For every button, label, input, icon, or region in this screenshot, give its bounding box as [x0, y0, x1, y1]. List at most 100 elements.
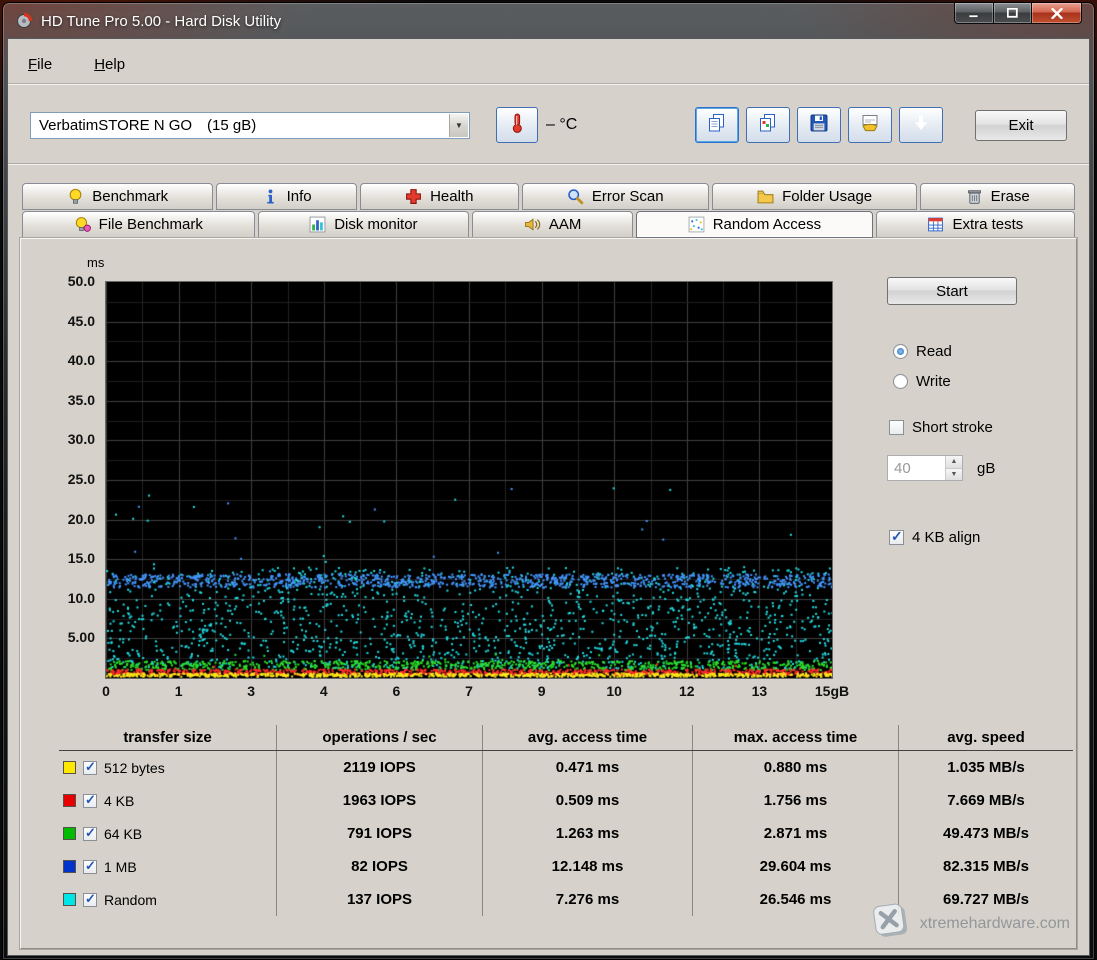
table-row: 4 KB 1963 IOPS 0.509 ms 1.756 ms 7.669 M…	[59, 784, 1073, 817]
max-access-value: 0.880 ms	[693, 751, 899, 784]
y-tick-label: 10.0	[68, 590, 95, 606]
ops-value: 2119 IOPS	[277, 751, 483, 784]
radio-indicator[interactable]	[893, 374, 908, 389]
write-radio[interactable]: Write	[893, 373, 951, 390]
series-color-swatch	[63, 860, 76, 873]
x-tick-label: 1	[175, 683, 183, 699]
temperature-value: – °C	[546, 116, 577, 134]
x-axis: 013467910121315gB	[106, 683, 834, 703]
watermark: xtremehardware.com	[864, 899, 1070, 948]
y-tick-label: 35.0	[68, 392, 95, 408]
avg-speed-value: 82.315 MB/s	[899, 850, 1073, 883]
column-header-transfer-size: transfer size	[59, 725, 277, 750]
tab-label: Info	[287, 188, 312, 205]
ops-value: 791 IOPS	[277, 817, 483, 850]
tab-label: Extra tests	[952, 216, 1023, 233]
row-checkbox[interactable]	[83, 860, 97, 874]
download-button[interactable]	[899, 107, 943, 143]
column-header-avg-access: avg. access time	[483, 725, 693, 750]
drive-select[interactable]: VerbatimSTORE N GO (15 gB) ▼	[30, 112, 470, 139]
tab-label: Error Scan	[592, 188, 664, 205]
titlebar[interactable]: HD Tune Pro 5.00 - Hard Disk Utility	[3, 3, 1094, 39]
copy-image-icon	[758, 113, 778, 138]
avg-access-value: 7.276 ms	[483, 883, 693, 916]
row-checkbox[interactable]	[83, 761, 97, 775]
spin-up-icon[interactable]: ▲	[946, 456, 962, 469]
row-checkbox[interactable]	[83, 827, 97, 841]
menu-help[interactable]: Help	[88, 53, 131, 76]
menu-file[interactable]: File	[22, 53, 58, 76]
row-label: 1 MB	[104, 859, 137, 875]
table-row: 64 KB 791 IOPS 1.263 ms 2.871 ms 49.473 …	[59, 817, 1073, 850]
series-color-swatch	[63, 893, 76, 906]
avg-speed-value: 1.035 MB/s	[899, 751, 1073, 784]
short-stroke-size-input[interactable]	[888, 456, 945, 480]
maximize-button[interactable]	[994, 3, 1032, 24]
tab-random-access[interactable]: Random Access	[636, 211, 873, 238]
close-button[interactable]	[1032, 3, 1082, 24]
copy-icon	[707, 113, 727, 138]
options-hand-icon	[860, 113, 880, 138]
x-tick-label: 7	[465, 683, 473, 699]
tab-folder-usage[interactable]: Folder Usage	[712, 183, 918, 210]
write-radio-label: Write	[916, 373, 951, 390]
exit-button[interactable]: Exit	[975, 110, 1067, 141]
short-stroke-checkbox[interactable]: Short stroke	[889, 419, 993, 436]
copy-text-button[interactable]	[695, 107, 739, 143]
tab-health[interactable]: Health	[360, 183, 519, 210]
disk-monitor-icon	[309, 216, 326, 233]
extra-tests-icon	[927, 216, 944, 233]
tab-erase[interactable]: Erase	[920, 183, 1075, 210]
spin-down-icon[interactable]: ▼	[946, 469, 962, 481]
y-tick-label: 20.0	[68, 511, 95, 527]
row-label: Random	[104, 892, 157, 908]
tab-error-scan[interactable]: Error Scan	[522, 183, 709, 210]
health-icon	[405, 188, 422, 205]
toolbar-divider	[8, 163, 1089, 165]
short-stroke-size-spinner[interactable]: ▲ ▼	[887, 455, 963, 481]
thermometer-icon	[507, 112, 527, 139]
avg-speed-value: 49.473 MB/s	[899, 817, 1073, 850]
tab-disk-monitor[interactable]: Disk monitor	[258, 211, 470, 238]
series-color-swatch	[63, 827, 76, 840]
results-table: transfer size operations / sec avg. acce…	[59, 725, 1073, 916]
tab-label: Folder Usage	[782, 188, 872, 205]
y-tick-label: 25.0	[68, 471, 95, 487]
row-checkbox[interactable]	[83, 893, 97, 907]
options-button[interactable]	[848, 107, 892, 143]
start-button[interactable]: Start	[887, 277, 1017, 305]
tab-extra-tests[interactable]: Extra tests	[876, 211, 1075, 238]
align-checkbox[interactable]: 4 KB align	[889, 529, 980, 546]
tab-file-benchmark[interactable]: File Benchmark	[22, 211, 255, 238]
series-color-swatch	[63, 761, 76, 774]
client-area: File Help VerbatimSTORE N GO (15 gB) ▼ –…	[8, 39, 1089, 955]
ops-value: 137 IOPS	[277, 883, 483, 916]
tab-label: File Benchmark	[99, 216, 203, 233]
row-checkbox[interactable]	[83, 794, 97, 808]
tab-info[interactable]: Info	[216, 183, 357, 210]
ops-value: 82 IOPS	[277, 850, 483, 883]
tab-row-1: Benchmark Info Health Error Scan	[22, 183, 1075, 210]
x-tick-label: 6	[392, 683, 400, 699]
max-access-value: 2.871 ms	[693, 817, 899, 850]
table-row: 1 MB 82 IOPS 12.148 ms 29.604 ms 82.315 …	[59, 850, 1073, 883]
chevron-down-icon[interactable]: ▼	[449, 114, 468, 137]
save-button[interactable]	[797, 107, 841, 143]
tab-benchmark[interactable]: Benchmark	[22, 183, 213, 210]
radio-indicator[interactable]	[893, 344, 908, 359]
checkbox-indicator[interactable]	[889, 420, 904, 435]
temperature-button[interactable]	[496, 107, 538, 143]
read-radio[interactable]: Read	[893, 343, 952, 360]
minimize-button[interactable]	[954, 3, 994, 24]
tab-label: Random Access	[713, 216, 821, 233]
copy-image-button[interactable]	[746, 107, 790, 143]
spinner-buttons[interactable]: ▲ ▼	[945, 456, 962, 480]
avg-speed-value: 7.669 MB/s	[899, 784, 1073, 817]
drive-name: VerbatimSTORE N GO	[39, 117, 207, 134]
checkbox-indicator[interactable]	[889, 530, 904, 545]
tab-aam[interactable]: AAM	[472, 211, 633, 238]
window-title: HD Tune Pro 5.00 - Hard Disk Utility	[41, 13, 281, 30]
avg-access-value: 0.509 ms	[483, 784, 693, 817]
random-access-icon	[688, 216, 705, 233]
down-arrow-icon	[911, 113, 931, 138]
